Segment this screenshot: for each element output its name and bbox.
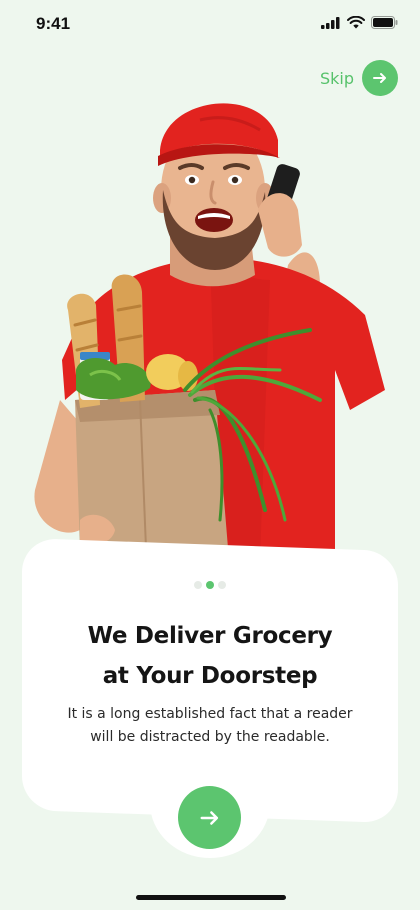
pagination-dots xyxy=(22,581,398,589)
delivery-man-illustration xyxy=(34,103,385,560)
wifi-icon xyxy=(347,16,365,29)
description-line-1: It is a long established fact that a rea… xyxy=(67,706,353,722)
onboarding-card: We Deliver Grocery at Your Doorstep It i… xyxy=(22,538,398,868)
battery-icon xyxy=(371,16,398,29)
arrow-right-icon xyxy=(200,810,218,825)
title-line-2: at Your Doorstep xyxy=(102,663,318,689)
onboarding-screen: 9:41 Skip We Deliver Grocery at Your Doo… xyxy=(0,0,420,910)
pagination-dot-3[interactable] xyxy=(218,581,226,589)
next-button[interactable] xyxy=(178,786,241,849)
arrow-right-icon xyxy=(373,73,386,83)
pagination-dot-2[interactable] xyxy=(206,581,214,589)
home-indicator[interactable] xyxy=(136,895,286,900)
title-line-1: We Deliver Grocery xyxy=(87,623,333,649)
onboarding-description: It is a long established fact that a rea… xyxy=(42,703,378,749)
status-icons xyxy=(321,16,398,29)
skip-arrow-circle xyxy=(362,60,398,96)
cellular-signal-icon xyxy=(321,16,340,29)
description-line-2: will be distracted by the readable. xyxy=(90,729,330,745)
skip-button[interactable]: Skip xyxy=(320,60,398,96)
onboarding-title: We Deliver Grocery at Your Doorstep xyxy=(22,616,398,696)
skip-label: Skip xyxy=(319,68,354,88)
status-time: 9:41 xyxy=(36,14,71,33)
pagination-dot-1[interactable] xyxy=(194,581,202,589)
